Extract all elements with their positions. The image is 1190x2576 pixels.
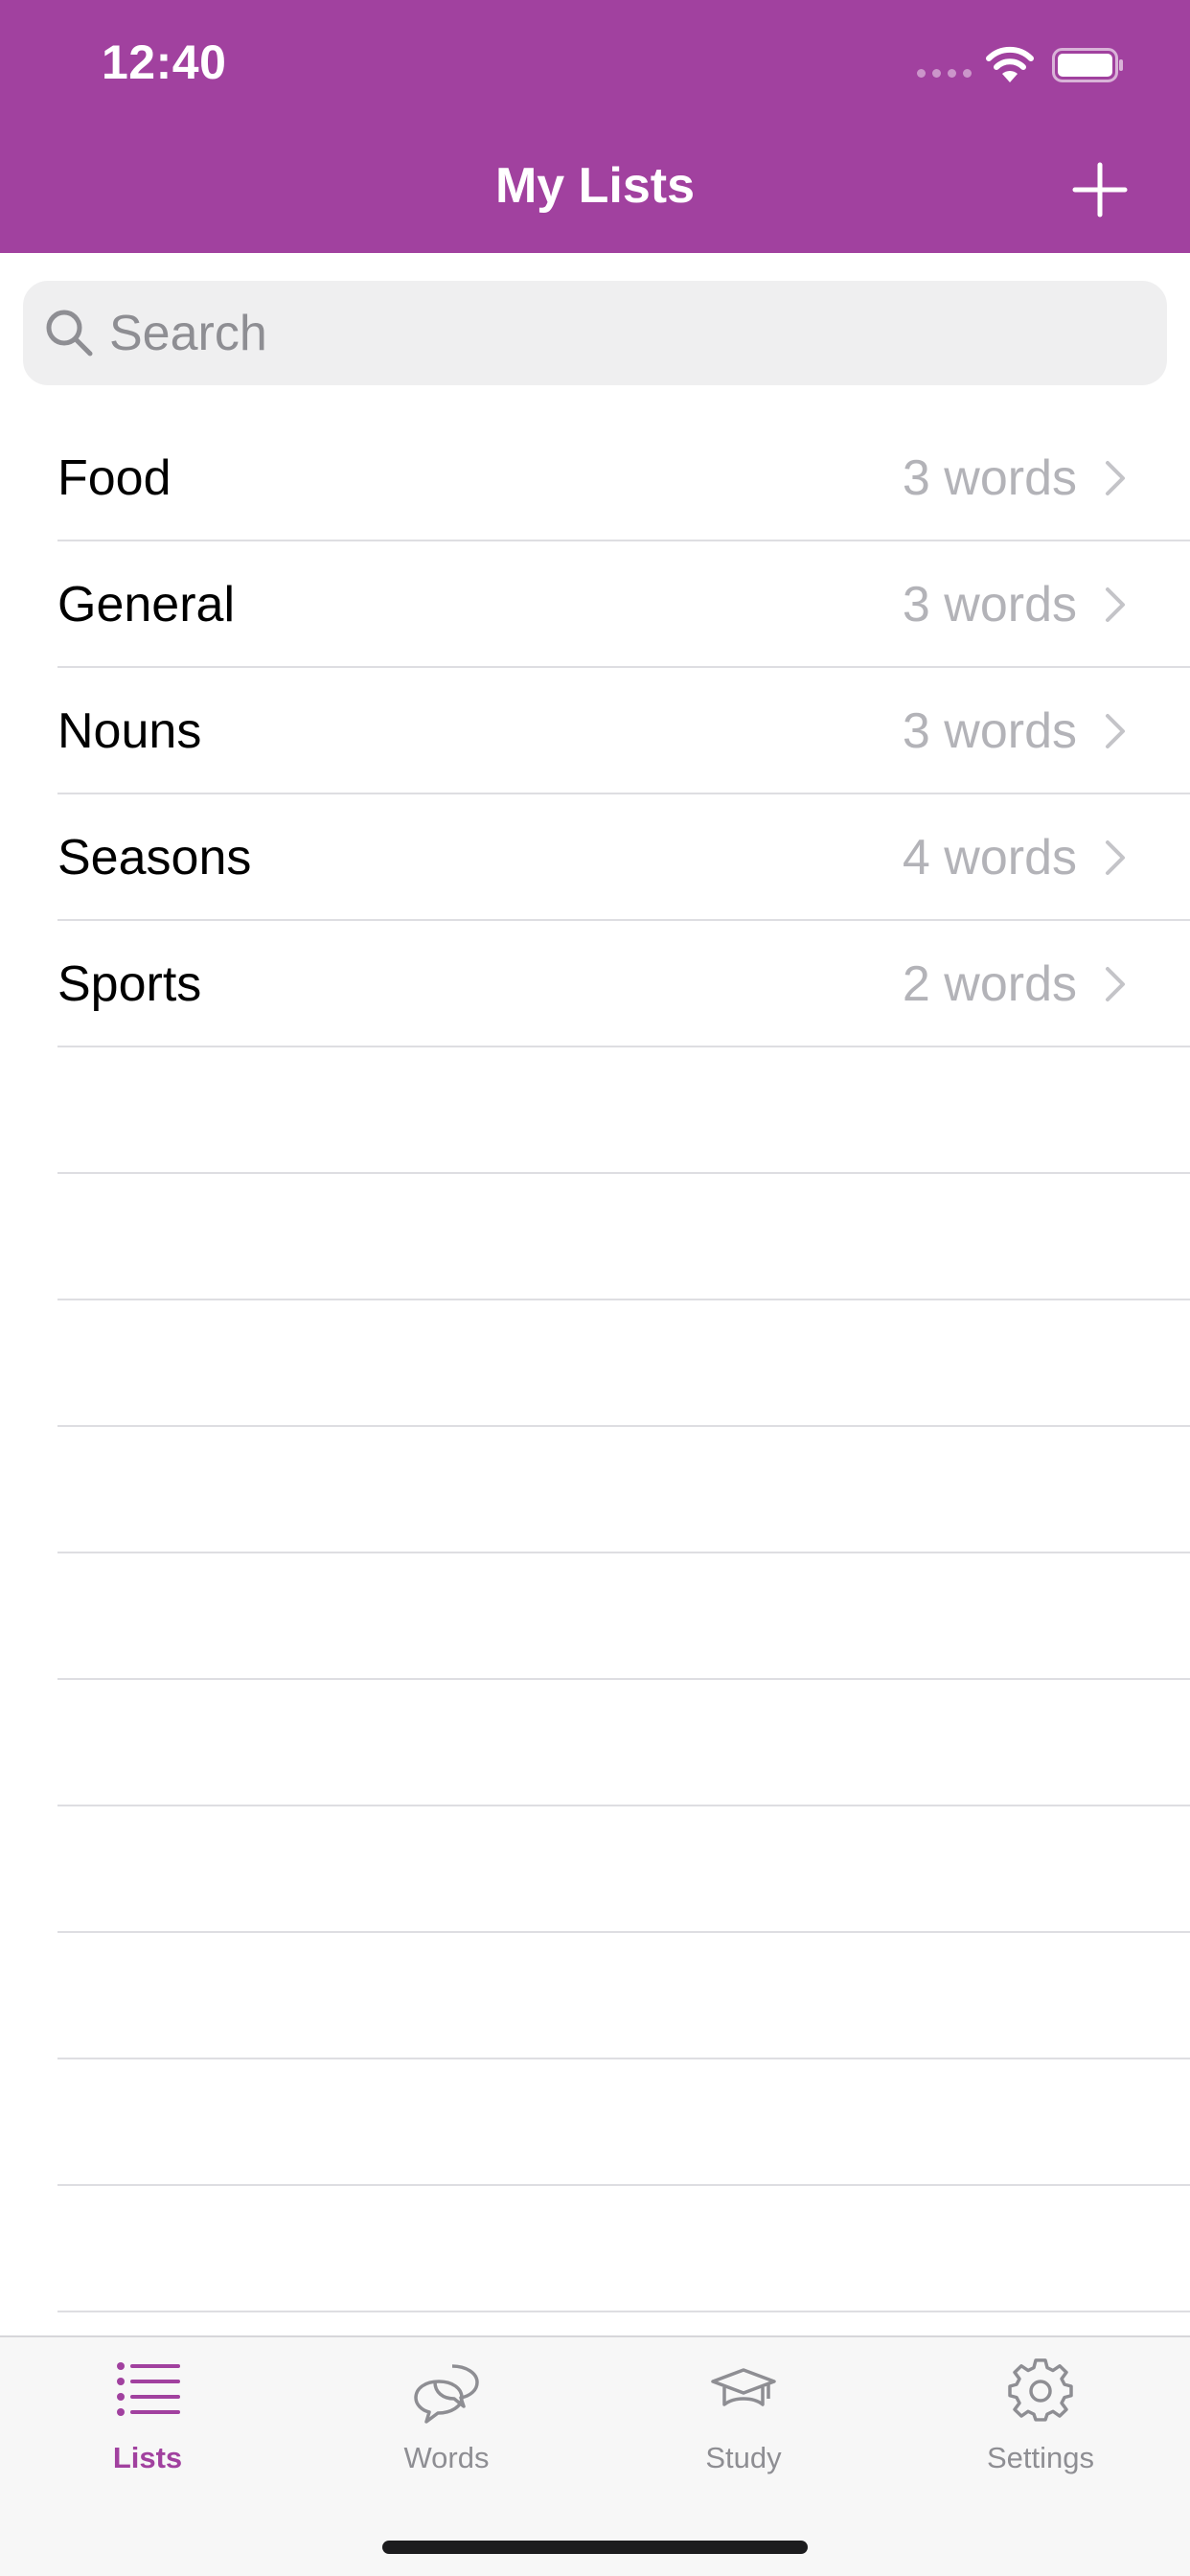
plus-icon[interactable] <box>1069 159 1131 220</box>
empty-row <box>0 1680 1190 1806</box>
navigation-header: 12:40 My Lists <box>0 0 1190 253</box>
gear-icon <box>1008 2358 1073 2422</box>
wifi-icon <box>986 46 1034 82</box>
status-time: 12:40 <box>102 35 227 89</box>
list-item-title: Nouns <box>57 703 202 759</box>
home-indicator <box>382 2541 808 2554</box>
list-item-general[interactable]: General 3 words <box>0 541 1190 668</box>
list-item-food[interactable]: Food 3 words <box>0 415 1190 541</box>
empty-row <box>0 1806 1190 1933</box>
battery-icon <box>1052 48 1123 82</box>
speech-bubbles-icon <box>414 2364 479 2424</box>
list-item-count: 4 words <box>902 830 1077 886</box>
list-item-title: Food <box>57 450 172 506</box>
list-item-count: 2 words <box>902 956 1077 1012</box>
tab-label: Words <box>403 2441 490 2474</box>
search-icon <box>46 310 93 356</box>
tab-lists[interactable]: Lists <box>42 2337 253 2510</box>
empty-row <box>0 1933 1190 2059</box>
lists-table: Food 3 words General 3 words Nouns 3 wor… <box>0 415 1190 2312</box>
chevron-right-icon <box>1106 967 1125 1001</box>
empty-row <box>0 1174 1190 1300</box>
list-item-count: 3 words <box>902 703 1077 759</box>
tab-settings[interactable]: Settings <box>935 2337 1146 2510</box>
screen: 12:40 My Lists Food 3 word <box>0 0 1190 2576</box>
page-title: My Lists <box>494 158 696 214</box>
list-item-title: Seasons <box>57 830 252 886</box>
tab-study[interactable]: Study <box>638 2337 849 2510</box>
chevron-right-icon <box>1106 587 1125 622</box>
empty-row <box>0 1300 1190 1427</box>
list-item-title: General <box>57 577 235 632</box>
tab-label: Settings <box>986 2441 1094 2474</box>
list-icon <box>117 2362 180 2416</box>
chevron-right-icon <box>1106 840 1125 875</box>
tab-words[interactable]: Words <box>341 2337 552 2510</box>
tab-label: Lists <box>112 2441 183 2474</box>
empty-row <box>0 2186 1190 2312</box>
list-item-count: 3 words <box>902 577 1077 632</box>
chevron-right-icon <box>1106 461 1125 495</box>
empty-row <box>0 1047 1190 1174</box>
cellular-signal-icon <box>917 69 972 78</box>
tab-label: Study <box>705 2441 782 2474</box>
empty-row <box>0 1553 1190 1680</box>
chevron-right-icon <box>1106 714 1125 748</box>
list-item-seasons[interactable]: Seasons 4 words <box>0 794 1190 921</box>
list-item-count: 3 words <box>902 450 1077 506</box>
tab-bar: Lists Words Study Settings <box>0 2335 1190 2576</box>
list-item-sports[interactable]: Sports 2 words <box>0 921 1190 1047</box>
list-item-title: Sports <box>57 956 202 1012</box>
empty-row <box>0 1427 1190 1553</box>
graduation-cap-icon <box>711 2368 776 2406</box>
search-input[interactable] <box>109 281 1144 385</box>
empty-row <box>0 2059 1190 2186</box>
list-item-nouns[interactable]: Nouns 3 words <box>0 668 1190 794</box>
search-bar[interactable] <box>23 281 1167 385</box>
